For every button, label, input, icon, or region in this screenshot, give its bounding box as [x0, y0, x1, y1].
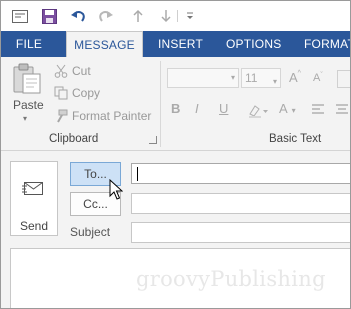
- basic-text-group-label: Basic Text: [269, 133, 322, 145]
- subject-label: Subject: [70, 225, 111, 239]
- message-header: Send To... Cc... Subject: [1, 151, 350, 243]
- send-button[interactable]: Send: [10, 161, 58, 236]
- cut-label: Cut: [72, 64, 91, 78]
- align-center-icon[interactable]: [335, 103, 349, 117]
- format-painter-button[interactable]: Format Painter: [53, 107, 151, 125]
- clipboard-dialog-launcher-icon[interactable]: [149, 136, 157, 144]
- down-arrow-icon[interactable]: [157, 7, 175, 25]
- underline-button[interactable]: U: [219, 101, 228, 116]
- window-menu-icon[interactable]: [11, 7, 29, 25]
- tab-file[interactable]: FILE: [1, 31, 57, 57]
- shrink-font-button[interactable]: Aˇ: [313, 72, 323, 84]
- up-arrow-icon[interactable]: [129, 7, 147, 25]
- font-size-select[interactable]: 11 ▾: [241, 68, 281, 88]
- font-size-dropdown-icon: ▾: [272, 77, 277, 86]
- bullets-icon[interactable]: [337, 70, 350, 88]
- watermark-text: groovyPublishing: [136, 267, 326, 291]
- paste-dropdown-icon[interactable]: ▾: [23, 114, 27, 123]
- highlight-color-icon[interactable]: [247, 103, 269, 118]
- font-color-icon: A: [279, 101, 288, 116]
- to-field[interactable]: [131, 163, 350, 184]
- paste-icon[interactable]: [12, 62, 42, 94]
- align-left-icon[interactable]: [311, 103, 325, 117]
- bold-button[interactable]: B: [171, 101, 180, 116]
- scissors-icon: [53, 64, 68, 79]
- copy-icon: [53, 86, 68, 101]
- grow-font-icon: A: [289, 70, 298, 85]
- grow-font-button[interactable]: A^: [289, 70, 301, 85]
- customize-qat-icon[interactable]: [181, 7, 199, 25]
- subject-field[interactable]: [131, 222, 350, 243]
- format-painter-label: Format Painter: [72, 109, 152, 123]
- font-name-dropdown-icon: ▾: [230, 73, 235, 82]
- send-label: Send: [19, 219, 49, 233]
- toolbar-separator: [177, 10, 178, 22]
- outlook-message-window: FILE MESSAGE INSERT OPTIONS FORMAT Paste…: [0, 0, 351, 309]
- font-size-value: 11: [245, 71, 258, 85]
- text-caret: [137, 167, 138, 181]
- ribbon-tab-bar: FILE MESSAGE INSERT OPTIONS FORMAT: [1, 31, 350, 58]
- cc-field[interactable]: [131, 193, 350, 214]
- ribbon: Paste ▾ Cut Copy Format Painter Clipboar…: [1, 57, 350, 151]
- tab-options[interactable]: OPTIONS: [226, 31, 281, 57]
- save-icon[interactable]: [40, 7, 58, 25]
- tab-insert[interactable]: INSERT: [158, 31, 203, 57]
- undo-icon[interactable]: [69, 7, 87, 25]
- quick-access-toolbar: [1, 1, 350, 31]
- redo-icon[interactable]: [97, 7, 115, 25]
- copy-button[interactable]: Copy: [53, 84, 100, 102]
- copy-label: Copy: [72, 86, 101, 100]
- mouse-pointer-icon: [109, 178, 124, 201]
- send-envelope-icon: [22, 179, 47, 199]
- font-name-select[interactable]: ▾: [167, 68, 239, 88]
- tab-message[interactable]: MESSAGE: [66, 31, 143, 58]
- italic-button[interactable]: I: [195, 101, 199, 116]
- tab-format[interactable]: FORMAT: [304, 31, 350, 57]
- paste-button[interactable]: Paste: [13, 98, 44, 112]
- cut-button[interactable]: Cut: [53, 62, 91, 80]
- clipboard-group-label: Clipboard: [49, 133, 99, 145]
- paintbrush-icon: [53, 109, 68, 124]
- font-color-button[interactable]: A ▾: [279, 101, 296, 116]
- group-divider: [160, 61, 161, 147]
